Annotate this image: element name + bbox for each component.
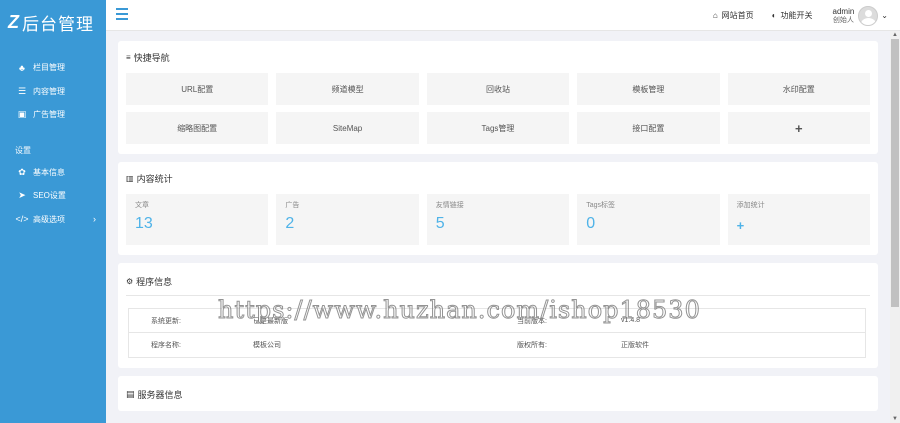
- sidebar-item-advanced[interactable]: </> 高级选项 ›: [0, 208, 106, 232]
- table-row: 系统更新: 已是最新版 当前版本: v1.4.8: [129, 309, 865, 333]
- sidebar-item-basic-info[interactable]: ✿ 基本信息: [0, 161, 106, 185]
- stat-value: 5: [435, 215, 445, 232]
- gear-icon: ✿: [18, 166, 26, 177]
- stats-grid: 文章 13 广告 2 友情链接 5 Tags标签 0 添加统计 +: [126, 194, 870, 245]
- user-role: 创始人: [832, 16, 854, 24]
- toggle-icon: ◐: [771, 11, 777, 20]
- stat-tags[interactable]: Tags标签 0: [577, 194, 720, 245]
- logo[interactable]: Z 后台管理: [0, 0, 106, 44]
- info-value: 正版软件: [621, 342, 649, 349]
- sidebar-item-label: 高级选项: [33, 214, 65, 224]
- add-shortcut-button[interactable]: +: [727, 112, 870, 144]
- quick-btn-template-manage[interactable]: 模板管理: [577, 73, 720, 105]
- quick-nav-grid: URL配置 频道模型 回收站 模板管理 水印配置 缩略图配置 SiteMap T…: [126, 73, 870, 144]
- server-icon: ▤: [126, 389, 135, 399]
- card-title-text: 服务器信息: [137, 390, 183, 400]
- stat-label: 文章: [135, 202, 149, 209]
- program-info-title: ⚙ 程序信息: [126, 275, 870, 296]
- app-title: 后台管理: [22, 14, 94, 34]
- topbar: ⌂ 网站首页 ◐ 功能开关 admin 创始人 ⌄: [106, 0, 900, 31]
- gear-icon: ⚙: [126, 277, 134, 286]
- stat-value: 2: [285, 215, 295, 232]
- quick-btn-thumbnail-config[interactable]: 缩略图配置: [126, 112, 269, 144]
- stats-card: ▥ 内容统计 文章 13 广告 2 友情链接 5 Tags标签 0 添加统计 +: [118, 162, 878, 255]
- logo-mark-icon: Z: [8, 11, 20, 32]
- stat-label: 添加统计: [736, 202, 765, 209]
- feature-toggle-link[interactable]: ◐ 功能开关: [772, 10, 813, 21]
- sidebar-item-ads[interactable]: ▣ 广告管理: [0, 103, 106, 127]
- code-icon: </>: [15, 214, 29, 225]
- sidebar-item-columns[interactable]: ♣ 栏目管理: [0, 56, 106, 80]
- sidebar-nav: ♣ 栏目管理 ☰ 内容管理 ▣ 广告管理 设置 ✿ 基本信息 ➤ SEO设置 <…: [0, 44, 106, 231]
- server-info-card: ▤ 服务器信息: [118, 376, 878, 411]
- sidebar-item-label: 栏目管理: [33, 63, 65, 73]
- scroll-up-icon[interactable]: ▲: [890, 31, 900, 39]
- stat-label: 广告: [285, 202, 300, 209]
- program-info-table: 系统更新: 已是最新版 当前版本: v1.4.8 程序名称: 模板公司 版权所有…: [128, 308, 866, 358]
- stat-label: 友情链接: [435, 202, 464, 209]
- menu-toggle-icon[interactable]: [116, 8, 128, 20]
- stat-label: Tags标签: [586, 202, 615, 209]
- quick-btn-sitemap[interactable]: SiteMap: [276, 112, 419, 144]
- chevron-right-icon: ›: [93, 214, 96, 225]
- quick-btn-watermark-config[interactable]: 水印配置: [727, 73, 870, 105]
- quick-nav-title: ≡ 快捷导航: [126, 51, 870, 64]
- quick-btn-api-config[interactable]: 接口配置: [577, 112, 720, 144]
- image-icon: ▣: [17, 109, 27, 120]
- stat-value: 0: [586, 215, 596, 232]
- quick-nav-card: ≡ 快捷导航 URL配置 频道模型 回收站 模板管理 水印配置 缩略图配置 Si…: [118, 41, 878, 154]
- card-title-text: 快捷导航: [133, 53, 170, 63]
- bar-chart-icon: ▥: [126, 174, 134, 183]
- stat-articles[interactable]: 文章 13: [126, 194, 269, 245]
- sidebar-item-label: SEO设置: [33, 191, 66, 201]
- home-link-label: 网站首页: [721, 11, 754, 20]
- list-icon: ≡: [126, 53, 131, 62]
- sidebar-item-label: 内容管理: [33, 86, 65, 96]
- stats-title: ▥ 内容统计: [126, 172, 870, 185]
- stat-links[interactable]: 友情链接 5: [426, 194, 570, 245]
- scroll-down-icon[interactable]: ▼: [890, 415, 900, 423]
- sidebar-group-settings: 设置: [15, 145, 31, 155]
- avatar[interactable]: [858, 5, 879, 26]
- sitemap-icon: ♣: [19, 62, 25, 73]
- card-title-text: 内容统计: [136, 174, 173, 184]
- info-value: v1.4.8: [621, 317, 641, 324]
- user-name: admin: [832, 6, 855, 16]
- send-icon: ➤: [18, 190, 26, 201]
- plus-icon: +: [736, 218, 745, 233]
- info-value: 模板公司: [253, 342, 281, 349]
- info-key: 版权所有:: [517, 342, 547, 349]
- user-menu[interactable]: admin 创始人 ⌄: [833, 5, 888, 26]
- info-key: 系统更新:: [151, 317, 181, 325]
- quick-btn-channel-model[interactable]: 频道模型: [276, 73, 419, 105]
- sidebar-item-label: 广告管理: [33, 110, 65, 120]
- home-link[interactable]: ⌂ 网站首页: [713, 10, 754, 21]
- user-info: admin 创始人: [833, 7, 855, 25]
- list-icon: ☰: [17, 85, 27, 96]
- add-stat-button[interactable]: 添加统计 +: [727, 194, 870, 245]
- quick-btn-recycle-bin[interactable]: 回收站: [426, 73, 570, 105]
- card-title-text: 程序信息: [136, 277, 173, 287]
- table-row: 程序名称: 模板公司 版权所有: 正版软件: [129, 333, 865, 357]
- sidebar: Z 后台管理 ♣ 栏目管理 ☰ 内容管理 ▣ 广告管理 设置 ✿ 基本信息 ➤ …: [0, 0, 106, 423]
- info-value: 已是最新版: [253, 317, 288, 325]
- info-key: 当前版本:: [517, 317, 547, 325]
- stat-value: 13: [135, 215, 153, 232]
- quick-btn-tags-manage[interactable]: Tags管理: [426, 112, 570, 144]
- scrollbar[interactable]: ▲ ▼: [890, 31, 900, 423]
- stat-ads[interactable]: 广告 2: [276, 194, 419, 245]
- main-content: ≡ 快捷导航 URL配置 频道模型 回收站 模板管理 水印配置 缩略图配置 Si…: [106, 31, 890, 423]
- feature-toggle-label: 功能开关: [780, 11, 813, 20]
- info-key: 程序名称:: [151, 342, 181, 349]
- topbar-actions: ⌂ 网站首页 ◐ 功能开关 admin 创始人 ⌄: [695, 0, 888, 31]
- server-info-title: ▤ 服务器信息: [126, 386, 870, 401]
- home-icon: ⌂: [712, 11, 718, 20]
- sidebar-item-content[interactable]: ☰ 内容管理: [0, 80, 106, 104]
- scroll-thumb[interactable]: [891, 39, 899, 307]
- quick-btn-url-config[interactable]: URL配置: [126, 73, 269, 105]
- program-info-card: ⚙ 程序信息 系统更新: 已是最新版 当前版本: v1.4.8 程序名称: 模板…: [118, 263, 878, 368]
- sidebar-item-label: 基本信息: [33, 167, 65, 177]
- sidebar-item-seo[interactable]: ➤ SEO设置: [0, 184, 106, 208]
- chevron-down-icon[interactable]: ⌄: [881, 11, 888, 20]
